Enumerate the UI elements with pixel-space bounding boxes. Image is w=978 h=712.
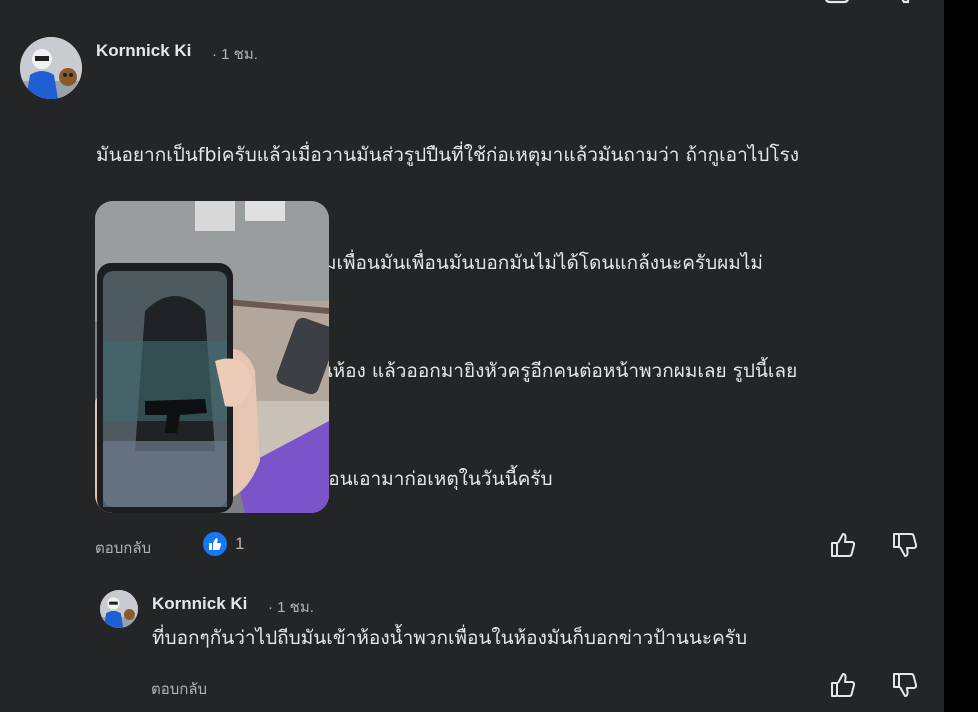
avatar-image [100,590,138,628]
like-reaction-icon [203,532,227,556]
comment-line: มันอยากเป็นfbiครับแล้วเมื่อวานมันส่วรูปป… [96,144,800,166]
thumbs-down-icon[interactable] [892,532,918,558]
comment-author[interactable]: Kornnick Ki [152,594,247,614]
top-vote-icons [824,0,920,6]
reaction-count: 1 [235,534,245,553]
comment-panel: Kornnick Ki · 1 ชม. มันอยากเป็นfbiครับแล… [0,0,944,712]
thumbs-up-icon[interactable] [830,672,856,698]
thumbs-up-icon[interactable] [830,532,856,558]
thumbs-down-icon[interactable] [894,0,920,6]
thumbs-up-icon[interactable] [824,0,850,6]
thumbs-down-icon[interactable] [892,672,918,698]
avatar[interactable] [20,37,82,99]
reply-button[interactable]: ตอบกลับ [151,677,207,701]
comment-author[interactable]: Kornnick Ki [96,41,191,61]
reaction-summary[interactable]: 1 [203,532,244,556]
photo-image [95,201,329,513]
avatar-image [20,37,82,99]
reply-button[interactable]: ตอบกลับ [95,536,151,560]
avatar[interactable] [100,590,138,628]
comment-body: ที่บอกๆกันว่าไปถีบมันเข้าห้องน้ำพวกเพื่อ… [152,627,748,649]
comment-photo[interactable] [95,201,329,513]
comment-timestamp[interactable]: · 1 ชม. [212,42,258,66]
comment-timestamp[interactable]: · 1 ชม. [268,595,314,619]
